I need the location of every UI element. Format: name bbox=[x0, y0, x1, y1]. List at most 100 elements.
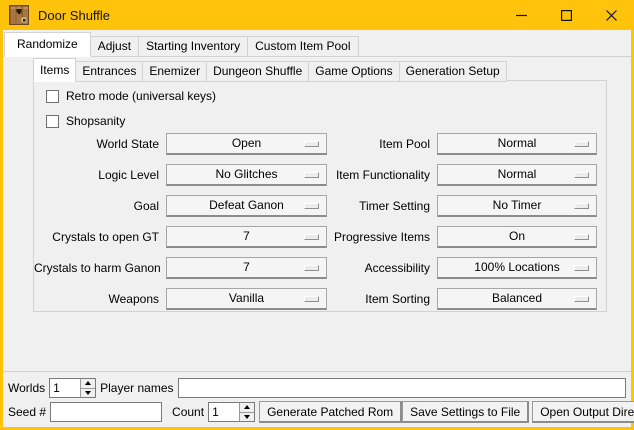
titlebar: Door Shuffle bbox=[0, 0, 634, 30]
logic-level-label: Logic Level bbox=[34, 164, 166, 186]
worlds-row: Worlds Player names bbox=[8, 378, 626, 398]
item-functionality-label: Item Functionality bbox=[327, 164, 437, 186]
optionmenu-indicator-icon bbox=[304, 141, 319, 147]
crystals-gt-dropdown[interactable]: 7 bbox=[166, 226, 327, 248]
crystals-gt-label: Crystals to open GT bbox=[34, 226, 166, 248]
open-output-directory-button[interactable]: Open Output Directory bbox=[532, 401, 634, 423]
crystals-gt-value: 7 bbox=[243, 229, 250, 243]
save-settings-button[interactable]: Save Settings to File bbox=[402, 401, 529, 423]
item-functionality-dropdown[interactable]: Normal bbox=[437, 164, 597, 186]
progressive-items-value: On bbox=[509, 229, 525, 243]
crystals-ganon-dropdown[interactable]: 7 bbox=[166, 257, 327, 279]
retro-mode-row: Retro mode (universal keys) bbox=[46, 89, 216, 103]
worlds-spinner bbox=[49, 378, 96, 398]
window-controls bbox=[499, 0, 634, 30]
optionmenu-indicator-icon bbox=[574, 296, 589, 302]
tab-randomize[interactable]: Randomize bbox=[4, 32, 91, 57]
logic-level-dropdown[interactable]: No Glitches bbox=[166, 164, 327, 186]
shopsanity-label: Shopsanity bbox=[66, 114, 125, 128]
tab-dungeon-shuffle[interactable]: Dungeon Shuffle bbox=[206, 61, 309, 82]
tab-adjust[interactable]: Adjust bbox=[90, 36, 139, 57]
seed-input[interactable] bbox=[50, 402, 162, 422]
timer-setting-value: No Timer bbox=[493, 198, 542, 212]
worlds-label: Worlds bbox=[8, 381, 45, 395]
seed-label: Seed # bbox=[8, 405, 46, 419]
tab-generation-setup[interactable]: Generation Setup bbox=[399, 61, 507, 82]
timer-setting-label: Timer Setting bbox=[327, 195, 437, 217]
item-sorting-dropdown[interactable]: Balanced bbox=[437, 288, 597, 310]
tab-custom-item-pool[interactable]: Custom Item Pool bbox=[247, 36, 358, 57]
item-pool-label: Item Pool bbox=[327, 133, 437, 155]
maximize-button[interactable] bbox=[544, 0, 589, 30]
item-sorting-label: Item Sorting bbox=[327, 288, 437, 310]
optionmenu-indicator-icon bbox=[574, 234, 589, 240]
item-functionality-value: Normal bbox=[498, 167, 537, 181]
optionmenu-indicator-icon bbox=[304, 234, 319, 240]
count-spin-down-button[interactable] bbox=[240, 412, 254, 422]
sub-tab-bar: Items Entrances Enemizer Dungeon Shuffle… bbox=[33, 57, 506, 81]
item-pool-value: Normal bbox=[498, 136, 537, 150]
count-spin-up-button[interactable] bbox=[240, 403, 254, 412]
item-sorting-value: Balanced bbox=[492, 291, 542, 305]
count-spinner-arrows bbox=[239, 403, 254, 421]
optionmenu-indicator-icon bbox=[574, 203, 589, 209]
close-icon bbox=[606, 10, 617, 21]
optionmenu-indicator-icon bbox=[574, 141, 589, 147]
optionmenu-indicator-icon bbox=[574, 172, 589, 178]
weapons-label: Weapons bbox=[34, 288, 166, 310]
tab-enemizer[interactable]: Enemizer bbox=[142, 61, 207, 82]
options-grid: World State Open Item Pool Normal Logic … bbox=[34, 133, 597, 310]
shopsanity-checkbox[interactable] bbox=[46, 115, 59, 128]
retro-mode-checkbox[interactable] bbox=[46, 90, 59, 103]
tab-game-options[interactable]: Game Options bbox=[308, 61, 399, 82]
tab-items[interactable]: Items bbox=[33, 58, 76, 82]
retro-mode-label: Retro mode (universal keys) bbox=[66, 89, 216, 103]
weapons-value: Vanilla bbox=[229, 291, 264, 305]
logic-level-value: No Glitches bbox=[215, 167, 277, 181]
optionmenu-indicator-icon bbox=[574, 265, 589, 271]
triangle-down-icon bbox=[244, 415, 250, 419]
progressive-items-dropdown[interactable]: On bbox=[437, 226, 597, 248]
triangle-up-icon bbox=[85, 381, 91, 385]
window-title: Door Shuffle bbox=[38, 8, 110, 23]
minimize-button[interactable] bbox=[499, 0, 544, 30]
minimize-icon bbox=[516, 10, 527, 21]
world-state-value: Open bbox=[232, 136, 261, 150]
goal-label: Goal bbox=[34, 195, 166, 217]
goal-value: Defeat Ganon bbox=[209, 198, 284, 212]
count-input[interactable] bbox=[209, 403, 239, 421]
timer-setting-dropdown[interactable]: No Timer bbox=[437, 195, 597, 217]
generate-patched-rom-button[interactable]: Generate Patched Rom bbox=[259, 401, 402, 423]
progressive-items-label: Progressive Items bbox=[327, 226, 437, 248]
world-state-label: World State bbox=[34, 133, 166, 155]
player-names-label: Player names bbox=[100, 381, 173, 395]
close-button[interactable] bbox=[589, 0, 634, 30]
tab-starting-inventory[interactable]: Starting Inventory bbox=[138, 36, 248, 57]
bottom-panel: Worlds Player names Seed # Count bbox=[3, 371, 631, 427]
player-names-input[interactable] bbox=[178, 378, 627, 398]
worlds-spin-up-button[interactable] bbox=[81, 379, 95, 388]
triangle-down-icon bbox=[85, 391, 91, 395]
triangle-up-icon bbox=[244, 405, 250, 409]
main-tab-bar: Randomize Adjust Starting Inventory Cust… bbox=[3, 32, 631, 57]
worlds-spinner-arrows bbox=[80, 379, 95, 397]
window: Door Shuffle Randomize Adjust Starting I… bbox=[0, 0, 634, 430]
item-pool-dropdown[interactable]: Normal bbox=[437, 133, 597, 155]
goal-dropdown[interactable]: Defeat Ganon bbox=[166, 195, 327, 217]
crystals-ganon-value: 7 bbox=[243, 260, 250, 274]
window-body: Randomize Adjust Starting Inventory Cust… bbox=[3, 30, 631, 427]
items-panel: Retro mode (universal keys) Shopsanity W… bbox=[33, 80, 607, 312]
world-state-dropdown[interactable]: Open bbox=[166, 133, 327, 155]
count-label: Count bbox=[172, 405, 204, 419]
accessibility-value: 100% Locations bbox=[474, 260, 559, 274]
app-door-icon bbox=[9, 5, 29, 25]
weapons-dropdown[interactable]: Vanilla bbox=[166, 288, 327, 310]
tab-entrances[interactable]: Entrances bbox=[75, 61, 143, 82]
optionmenu-indicator-icon bbox=[304, 203, 319, 209]
crystals-ganon-label: Crystals to harm Ganon bbox=[34, 257, 166, 279]
worlds-input[interactable] bbox=[50, 379, 80, 397]
count-spinner bbox=[208, 402, 255, 422]
worlds-spin-down-button[interactable] bbox=[81, 388, 95, 398]
shopsanity-row: Shopsanity bbox=[46, 114, 125, 128]
accessibility-dropdown[interactable]: 100% Locations bbox=[437, 257, 597, 279]
